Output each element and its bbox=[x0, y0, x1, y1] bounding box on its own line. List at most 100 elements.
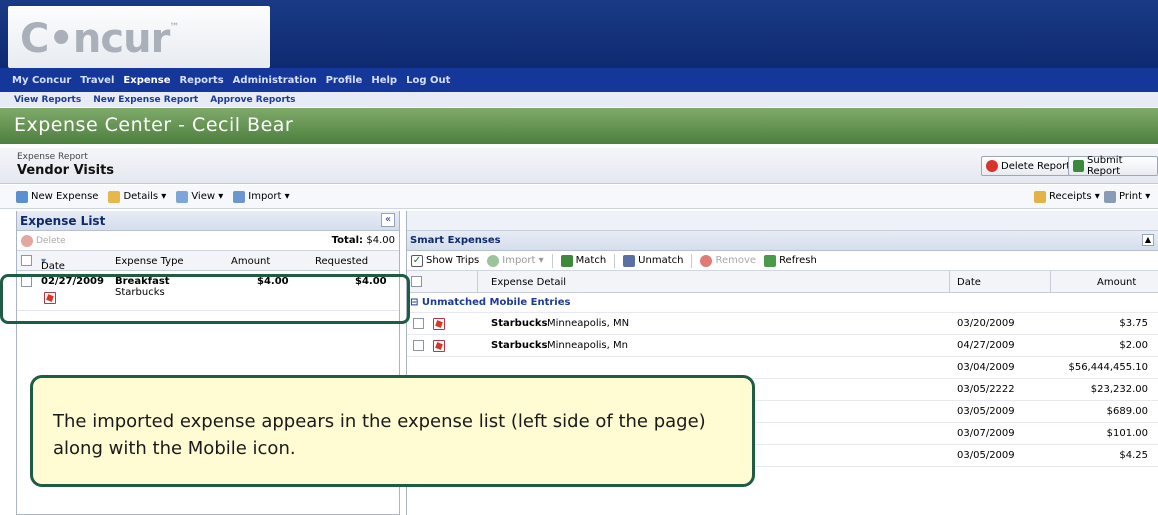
main-nav: My Concur Travel Expense Reports Adminis… bbox=[0, 68, 1158, 92]
right-panel-top bbox=[407, 211, 1158, 231]
report-toolbar: New Expense Details ▾ View ▾ Import ▾ Re… bbox=[0, 185, 1158, 209]
import-label: Import bbox=[248, 191, 282, 202]
smart-expenses-header: Smart Expenses ▲ bbox=[407, 231, 1158, 251]
row-amount: $689.00 bbox=[1106, 406, 1148, 417]
submit-report-label: Submit Report bbox=[1087, 155, 1123, 177]
match-label: Match bbox=[575, 255, 607, 266]
row-vendor: Starbucks bbox=[491, 340, 548, 351]
col-expense-type[interactable]: Expense Type bbox=[115, 256, 184, 267]
row-amount: $4.25 bbox=[1119, 450, 1148, 461]
col-amount[interactable]: Amount bbox=[231, 256, 270, 267]
submit-report-button[interactable]: Submit Report bbox=[1068, 155, 1158, 177]
group-label-text: Unmatched Mobile Entries bbox=[421, 297, 571, 308]
import-icon bbox=[487, 254, 500, 267]
mobile-icon bbox=[433, 318, 445, 330]
subnav-approve-reports[interactable]: Approve Reports bbox=[210, 95, 295, 105]
expense-list-header: Expense List « bbox=[17, 211, 399, 231]
expense-list-tools: Delete Total: $4.00 bbox=[17, 231, 399, 251]
table-row[interactable]: Starbucks Minneapolis, MN 03/20/2009 $3.… bbox=[407, 313, 1158, 335]
print-icon bbox=[1104, 190, 1116, 203]
delete-icon bbox=[986, 160, 998, 172]
select-all-checkbox[interactable] bbox=[411, 276, 422, 287]
row-amount: $3.75 bbox=[1119, 318, 1148, 329]
nav-profile[interactable]: Profile bbox=[326, 75, 363, 86]
new-expense-icon bbox=[16, 190, 28, 203]
row-date: 03/07/2009 bbox=[957, 428, 1015, 439]
smart-import-button[interactable]: Import ▾ bbox=[487, 254, 544, 267]
subnav-view-reports[interactable]: View Reports bbox=[14, 95, 81, 105]
nav-expense[interactable]: Expense bbox=[123, 75, 170, 86]
delete-report-label: Delete Report bbox=[1001, 160, 1071, 172]
highlight-box bbox=[0, 274, 410, 324]
checkmark-icon: ✓ bbox=[411, 254, 423, 267]
row-date: 03/04/2009 bbox=[957, 362, 1015, 373]
smart-expenses-title: Smart Expenses bbox=[410, 235, 501, 246]
details-menu[interactable]: Details ▾ bbox=[108, 190, 166, 203]
row-date: 03/05/2222 bbox=[957, 384, 1015, 395]
delete-expense-button[interactable]: Delete bbox=[21, 235, 66, 247]
nav-my-concur[interactable]: My Concur bbox=[12, 75, 71, 86]
collapse-up-icon[interactable]: ▲ bbox=[1142, 234, 1154, 246]
refresh-icon bbox=[764, 254, 777, 267]
show-trips-checkbox[interactable]: ✓ Show Trips bbox=[411, 254, 480, 267]
toolbar-divider bbox=[614, 253, 616, 268]
refresh-label: Refresh bbox=[779, 255, 817, 266]
smart-expenses-toolbar: ✓ Show Trips Import ▾ Match Unmatch Remov… bbox=[407, 251, 1158, 271]
total-label: Total: bbox=[331, 235, 363, 246]
col-amount[interactable]: Amount bbox=[1097, 277, 1136, 288]
unmatch-icon bbox=[623, 254, 636, 267]
group-label: ⊟ Unmatched Mobile Entries bbox=[410, 297, 571, 308]
import-menu[interactable]: Import ▾ bbox=[233, 190, 290, 203]
toolbar-divider bbox=[691, 253, 693, 268]
select-all-checkbox[interactable] bbox=[21, 255, 32, 266]
expense-list-columns: Date ▾ Expense Type Amount Requested bbox=[17, 251, 399, 272]
logo-text: C•ncur bbox=[20, 16, 170, 62]
col-requested[interactable]: Requested bbox=[315, 256, 368, 267]
col-expense-detail[interactable]: Expense Detail bbox=[491, 277, 566, 288]
submit-icon bbox=[1073, 160, 1085, 172]
banner-title: Expense Center - Cecil Bear bbox=[14, 114, 294, 136]
nav-travel[interactable]: Travel bbox=[80, 75, 114, 86]
expense-center-banner: Expense Center - Cecil Bear bbox=[0, 108, 1158, 144]
print-label: Print bbox=[1119, 191, 1143, 202]
col-date[interactable]: Date ▾ bbox=[41, 256, 65, 272]
row-checkbox[interactable] bbox=[413, 340, 424, 351]
row-date: 03/05/2009 bbox=[957, 406, 1015, 417]
nav-help[interactable]: Help bbox=[371, 75, 397, 86]
col-date[interactable]: Date bbox=[957, 277, 981, 288]
details-label: Details bbox=[123, 191, 159, 202]
concur-logo[interactable]: C•ncur™ bbox=[20, 16, 179, 62]
row-date: 03/05/2009 bbox=[957, 450, 1015, 461]
details-icon bbox=[108, 190, 121, 203]
callout-box: The imported expense appears in the expe… bbox=[30, 375, 755, 487]
smart-import-label: Import bbox=[502, 255, 536, 266]
receipts-menu[interactable]: Receipts ▾ bbox=[1034, 190, 1100, 203]
unmatched-group-header[interactable]: ⊟ Unmatched Mobile Entries bbox=[407, 293, 1158, 313]
row-amount: $101.00 bbox=[1106, 428, 1148, 439]
row-checkbox[interactable] bbox=[413, 318, 424, 329]
match-button[interactable]: Match bbox=[560, 254, 607, 267]
show-trips-label: Show Trips bbox=[426, 255, 480, 266]
print-menu[interactable]: Print ▾ bbox=[1104, 190, 1150, 203]
new-expense-button[interactable]: New Expense bbox=[16, 190, 99, 203]
receipts-label: Receipts bbox=[1049, 191, 1092, 202]
remove-button[interactable]: Remove bbox=[700, 254, 756, 267]
refresh-button[interactable]: Refresh bbox=[764, 254, 817, 267]
report-name: Vendor Visits bbox=[17, 163, 115, 178]
new-expense-label: New Expense bbox=[31, 191, 99, 202]
table-row[interactable]: Starbucks Minneapolis, Mn 04/27/2009 $2.… bbox=[407, 335, 1158, 357]
subnav-new-expense-report[interactable]: New Expense Report bbox=[93, 95, 198, 105]
match-icon bbox=[560, 254, 573, 267]
total-value: $4.00 bbox=[366, 235, 395, 246]
delete-report-button[interactable]: Delete Report bbox=[981, 156, 1076, 176]
view-menu[interactable]: View ▾ bbox=[176, 190, 223, 203]
row-amount: $23,232.00 bbox=[1090, 384, 1148, 395]
expense-list-title: Expense List bbox=[20, 214, 106, 228]
import-icon bbox=[233, 190, 246, 203]
nav-reports[interactable]: Reports bbox=[179, 75, 223, 86]
nav-log-out[interactable]: Log Out bbox=[406, 75, 450, 86]
unmatch-button[interactable]: Unmatch bbox=[623, 254, 683, 267]
logo-area: C•ncur™ bbox=[8, 6, 270, 68]
collapse-icon[interactable]: « bbox=[381, 213, 395, 227]
nav-administration[interactable]: Administration bbox=[233, 75, 317, 86]
